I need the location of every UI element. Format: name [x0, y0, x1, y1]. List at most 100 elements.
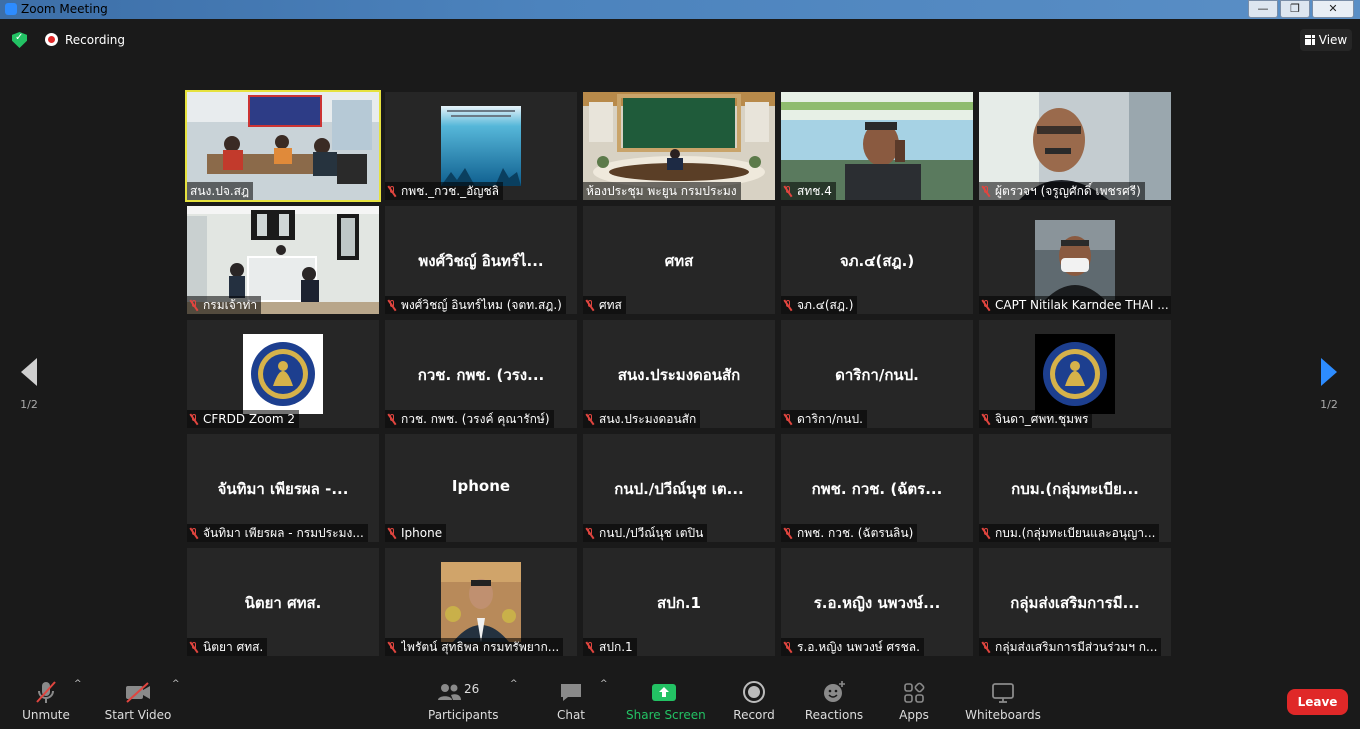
microphone-muted-icon — [982, 527, 990, 539]
participant-tile[interactable]: กวช. กพช. (วรง... กวช. กพช. (วรงค์ คุณารั… — [385, 320, 577, 428]
participant-name: ดาริกา/กนป. — [797, 412, 863, 426]
audio-options-chevron-icon[interactable]: ^ — [74, 679, 82, 689]
participant-tile[interactable]: นิตยา ศทส. นิตยา ศทส. — [187, 548, 379, 656]
participant-name-label: จภ.๔(สฎ.) — [781, 296, 858, 314]
share-screen-button[interactable]: Share Screen — [626, 678, 706, 722]
participant-name: จภ.๔(สฎ.) — [797, 298, 854, 312]
participant-name: ไพรัตน์ สุทธิพล กรมทรัพยาก... — [401, 640, 560, 654]
participant-tile[interactable]: กพช. กวช. (ฉัตร... กพช. กวช. (ฉัตรนลิน) — [781, 434, 973, 542]
leave-button[interactable]: Leave — [1287, 689, 1348, 715]
microphone-muted-icon — [784, 527, 792, 539]
participant-tile[interactable]: สนง.ปจ.สฎ — [185, 90, 381, 202]
microphone-muted-icon — [190, 527, 198, 539]
chevron-left-icon — [21, 358, 37, 386]
participant-name-label: สปก.1 — [583, 638, 637, 656]
chat-button[interactable]: Chat — [552, 678, 590, 722]
participant-name: ผู้ตรวจฯ (จรูญศักดิ์ เพชรศรี) — [995, 184, 1141, 198]
participant-tile[interactable]: ดาริกา/กนป. ดาริกา/กนป. — [781, 320, 973, 428]
chat-label: Chat — [556, 708, 586, 722]
participant-display-name: Iphone — [451, 477, 511, 495]
window-title-bar: Zoom Meeting — ❐ ✕ — [0, 0, 1360, 19]
participant-tile[interactable]: พงศ์วิชญ์ อินทร์ไ... พงศ์วิชญ์ อินทร์ไหม … — [385, 206, 577, 314]
reactions-button[interactable]: Reactions — [804, 678, 864, 722]
participant-name-label: สนง.ประมงดอนสัก — [583, 410, 701, 428]
participant-name: จินดา_ศพท.ชุมพร — [995, 412, 1089, 426]
microphone-muted-icon — [388, 527, 396, 539]
chat-icon — [559, 678, 583, 706]
page-indicator-right: 1/2 — [1320, 398, 1338, 411]
chat-options-chevron-icon[interactable]: ^ — [600, 679, 608, 689]
previous-page-button[interactable]: 1/2 — [14, 358, 44, 411]
participants-label: Participants — [428, 708, 499, 722]
participant-display-name: ร.อ.หญิง นพวงษ์... — [813, 594, 941, 612]
participants-options-chevron-icon[interactable]: ^ — [510, 679, 518, 689]
microphone-muted-icon — [784, 185, 792, 197]
microphone-muted-icon — [586, 527, 594, 539]
participant-tile[interactable]: จันทิมา เพียรผล -... จันทิมา เพียรผล - กร… — [187, 434, 379, 542]
participant-name-label: จินดา_ศพท.ชุมพร — [979, 410, 1093, 428]
microphone-muted-icon — [388, 185, 396, 197]
recording-icon — [45, 33, 58, 46]
participant-tile[interactable]: สปก.1 สปก.1 — [583, 548, 775, 656]
participant-tile[interactable]: ไพรัตน์ สุทธิพล กรมทรัพยาก... — [385, 548, 577, 656]
whiteboard-icon — [990, 678, 1016, 706]
whiteboards-button[interactable]: Whiteboards — [964, 678, 1042, 722]
participant-tile[interactable]: ร.อ.หญิง นพวงษ์... ร.อ.หญิง นพวงษ์ ศรชล. — [781, 548, 973, 656]
share-screen-icon — [651, 678, 677, 706]
participant-tile[interactable]: กนป./ปวีณ์นุช เต... กนป./ปวีณ์นุช เตปิน — [583, 434, 775, 542]
video-options-chevron-icon[interactable]: ^ — [172, 679, 180, 689]
participant-display-name: สปก.1 — [657, 594, 701, 612]
participant-tile[interactable]: กลุ่มส่งเสริมการมี... กลุ่มส่งเสริมการมีส… — [979, 548, 1171, 656]
participant-display-name: จันทิมา เพียรผล -... — [217, 480, 349, 498]
start-video-button[interactable]: Start Video — [104, 678, 172, 722]
participant-tile[interactable]: กบม.(กลุ่มทะเบีย... กบม.(กลุ่มทะเบียนและอ… — [979, 434, 1171, 542]
department-of-fisheries-logo — [1035, 334, 1115, 414]
participant-tile[interactable]: สทช.4 — [781, 92, 973, 200]
participant-tile[interactable]: CAPT Nitilak Karndee THAI ... — [979, 206, 1171, 314]
participant-tile[interactable]: สนง.ประมงดอนสัก สนง.ประมงดอนสัก — [583, 320, 775, 428]
participant-display-name: กพช. กวช. (ฉัตร... — [811, 480, 943, 498]
meeting-toolbar: Unmute ^ Start Video ^ 26 Participants ^… — [0, 665, 1360, 729]
zoom-app-icon — [5, 3, 17, 15]
participant-tile[interactable]: จินดา_ศพท.ชุมพร — [979, 320, 1171, 428]
apps-button[interactable]: Apps — [896, 678, 932, 722]
window-title: Zoom Meeting — [21, 2, 108, 16]
participant-name-label: กลุ่มส่งเสริมการมีส่วนร่วมฯ ก... — [979, 638, 1162, 656]
participant-name: ร.อ.หญิง นพวงษ์ ศรชล. — [797, 640, 920, 654]
participant-name-label: สทช.4 — [781, 182, 836, 200]
start-video-label: Start Video — [104, 708, 172, 722]
participant-name: สนง.ประมงดอนสัก — [599, 412, 697, 426]
participant-tile[interactable]: ห้องประชุม พะยูน กรมประมง — [583, 92, 775, 200]
participant-name-label: กนป./ปวีณ์นุช เตปิน — [583, 524, 708, 542]
participant-name: จันทิมา เพียรผล - กรมประมง... — [203, 526, 364, 540]
unmute-button[interactable]: Unmute — [18, 678, 74, 722]
participants-button[interactable]: 26 Participants — [428, 678, 499, 722]
participant-tile[interactable]: กรมเจ้าท่า — [187, 206, 379, 314]
view-button[interactable]: View — [1300, 29, 1352, 51]
microphone-muted-icon — [784, 641, 792, 653]
close-button[interactable]: ✕ — [1312, 0, 1354, 18]
participant-name-label: กบม.(กลุ่มทะเบียนและอนุญา... — [979, 524, 1160, 542]
microphone-muted-icon — [586, 413, 594, 425]
participant-name-label: กวช. กพช. (วรงค์ คุณารักษ์) — [385, 410, 554, 428]
participant-tile[interactable]: ศทส ศทส — [583, 206, 775, 314]
record-button[interactable]: Record — [732, 678, 776, 722]
microphone-muted-icon — [784, 413, 792, 425]
minimize-button[interactable]: — — [1248, 0, 1278, 18]
participant-name: Iphone — [401, 526, 443, 540]
participant-tile[interactable]: ผู้ตรวจฯ (จรูญศักดิ์ เพชรศรี) — [979, 92, 1171, 200]
participant-tile[interactable]: กพช._กวช._อัญชลิ — [385, 92, 577, 200]
participant-display-name: กนป./ปวีณ์นุช เต... — [614, 480, 744, 498]
participant-name-label: Iphone — [385, 524, 447, 542]
microphone-muted-icon — [32, 678, 60, 706]
participant-display-name: จภ.๔(สฎ.) — [839, 252, 915, 270]
security-shield-icon[interactable] — [12, 32, 27, 48]
maximize-button[interactable]: ❐ — [1280, 0, 1310, 18]
participant-tile[interactable]: Iphone Iphone — [385, 434, 577, 542]
participant-tile[interactable]: CFRDD Zoom 2 — [187, 320, 379, 428]
reactions-smiley-icon — [821, 678, 847, 706]
microphone-muted-icon — [982, 641, 990, 653]
participant-tile[interactable]: จภ.๔(สฎ.) จภ.๔(สฎ.) — [781, 206, 973, 314]
next-page-button[interactable]: 1/2 — [1314, 358, 1344, 411]
microphone-muted-icon — [982, 185, 990, 197]
